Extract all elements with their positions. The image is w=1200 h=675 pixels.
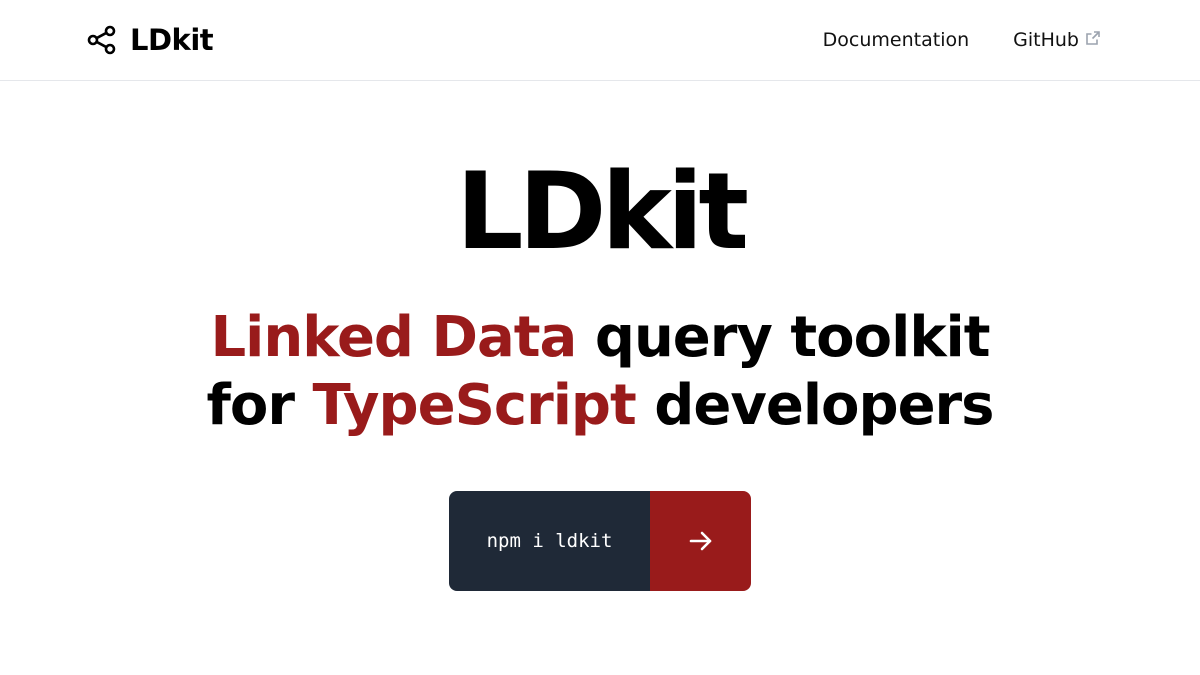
get-started-button[interactable] [650,491,751,591]
external-link-icon [1086,31,1100,45]
brand-name: LDkit [130,23,214,57]
arrow-right-icon [689,531,711,551]
tagline-text-for: for [206,373,313,438]
nav-documentation-link[interactable]: Documentation [823,24,969,56]
share-nodes-icon [87,25,116,55]
tagline-text-query-toolkit: query toolkit [576,305,991,370]
top-nav: Documentation GitHub [823,24,1101,56]
nav-github-label: GitHub [1013,29,1079,51]
hero-tagline: Linked Data query toolkit for TypeScript… [0,304,1200,440]
hero-title: LDkit [455,150,749,273]
brand-link[interactable]: LDkit [86,22,214,58]
site-header: LDkit Documentation GitHub [0,0,1200,81]
tagline-text-developers: developers [635,373,994,438]
install-cta: npm i ldkit [449,491,751,591]
install-command[interactable]: npm i ldkit [449,491,650,591]
nav-github-link[interactable]: GitHub [1013,24,1101,56]
tagline-accent-typescript: TypeScript [312,373,636,438]
tagline-accent-linked-data: Linked Data [210,305,577,370]
